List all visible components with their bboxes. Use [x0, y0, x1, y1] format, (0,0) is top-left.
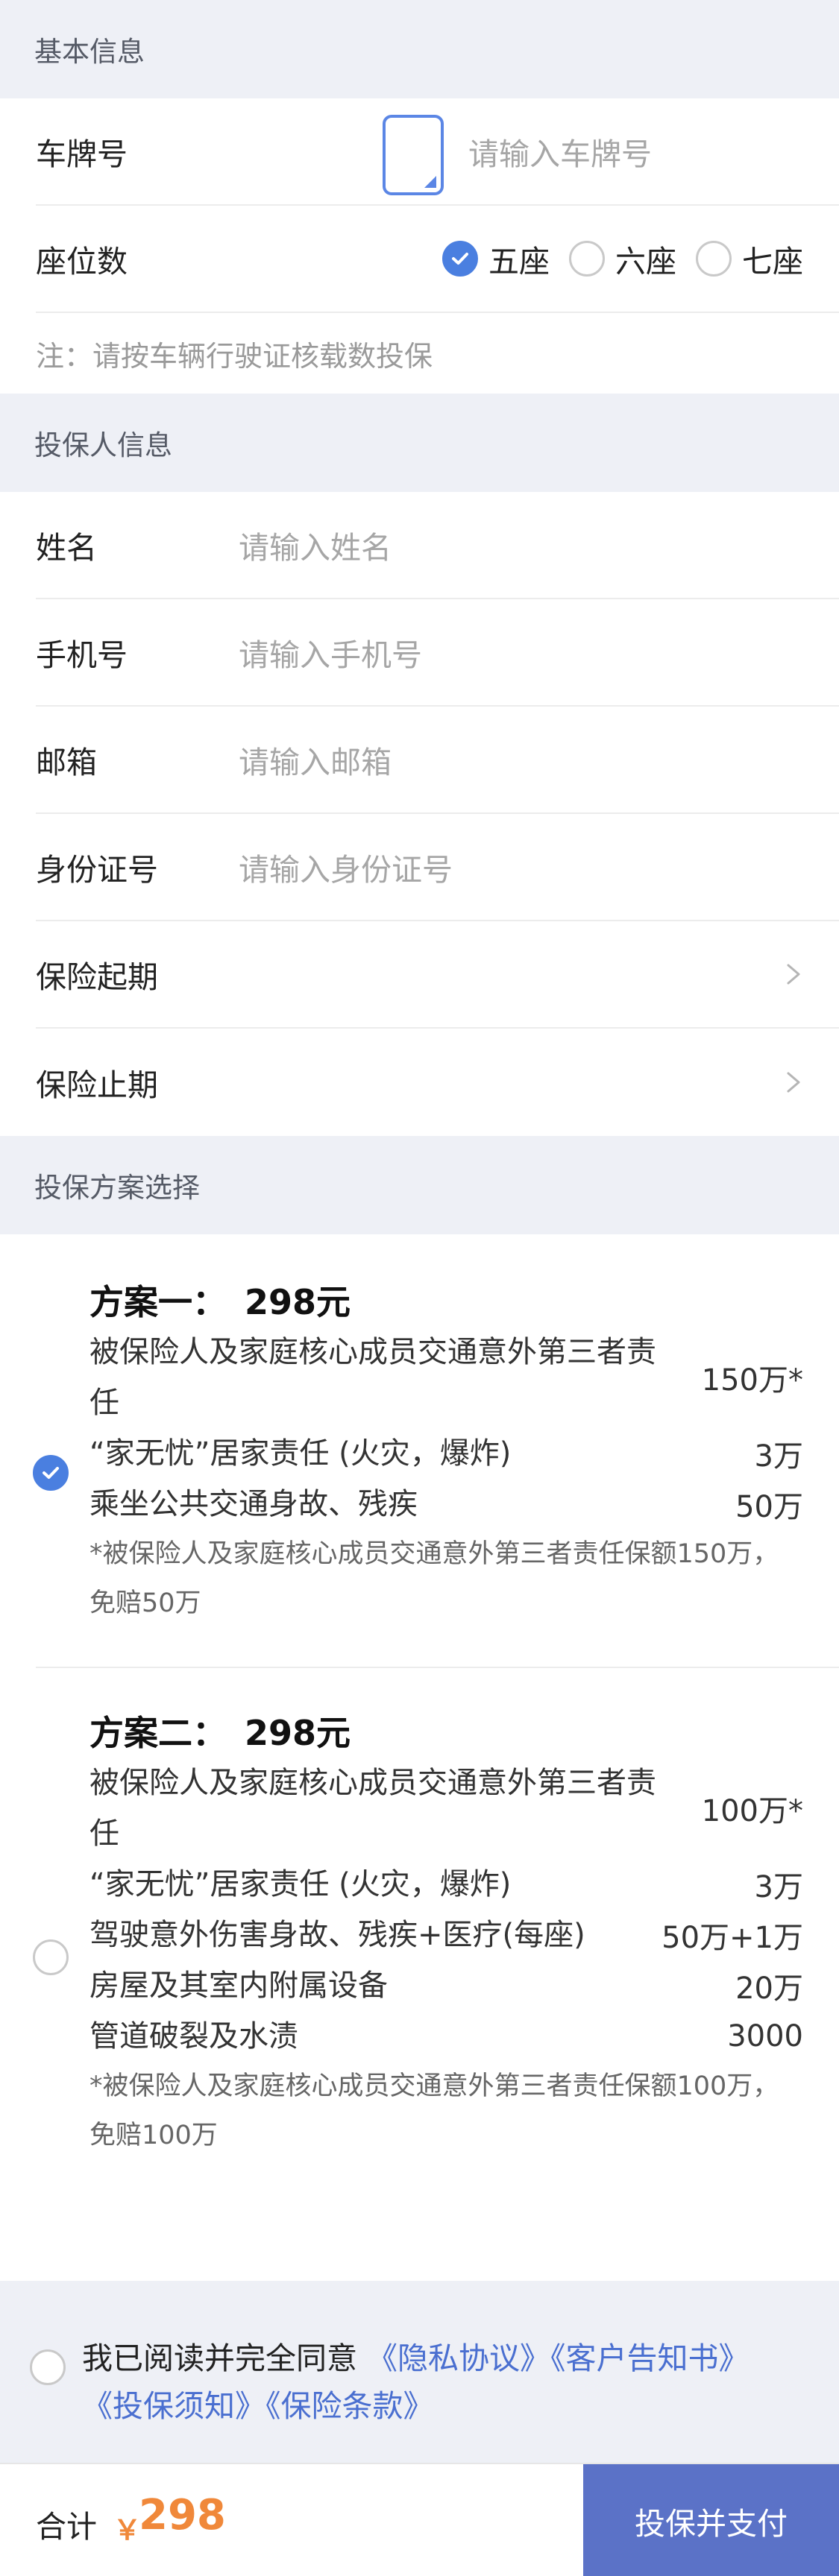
coverage-item: 乘坐公共交通身故、残疾 50万 — [89, 1479, 803, 1530]
plan-name: 方案二： — [89, 1713, 227, 1753]
plan-title: 方案一： 298元 — [89, 1273, 803, 1327]
section-title-basic-info: 基本信息 — [34, 36, 145, 68]
plan-card-one[interactable]: 方案一： 298元 被保险人及家庭核心成员交通意外第三者责任 150万* “家无… — [33, 1234, 839, 1667]
plan-list: 方案一： 298元 被保险人及家庭核心成员交通意外第三者责任 150万* “家无… — [0, 1234, 839, 2190]
name-row: 姓名 请输入姓名 — [36, 492, 839, 599]
coverage-item: 驾驶意外伤害身故、残疾+医疗(每座) 50万+1万 — [89, 1910, 803, 1960]
phone-input[interactable]: 请输入手机号 — [239, 630, 422, 675]
coverage-amount: 100万* — [701, 1794, 803, 1828]
section-basic-info: 基本信息 — [0, 0, 839, 98]
coverage-item: 被保险人及家庭核心成员交通意外第三者责任 150万* — [89, 1327, 803, 1428]
coverage-name: 被保险人及家庭核心成员交通意外第三者责任 — [89, 1335, 656, 1420]
corner-triangle-icon — [424, 176, 436, 188]
seat-option-seven[interactable]: 七座 — [696, 236, 803, 281]
customer-notice-link[interactable]: 《客户告知书》 — [550, 2340, 750, 2376]
plate-province-selector[interactable] — [383, 115, 444, 195]
plan-footnote: *被保险人及家庭核心成员交通意外第三者责任保额150万，免赔50万 — [89, 1539, 779, 1618]
coverage-item: “家无忧”居家责任 (火灾，爆炸) 3万 — [89, 1859, 803, 1910]
plan-footnote: *被保险人及家庭核心成员交通意外第三者责任保额100万，免赔100万 — [89, 2071, 779, 2150]
coverage-amount: 3万 — [754, 1439, 803, 1474]
total-label: 合计 — [36, 2509, 97, 2545]
coverage-name: “家无忧”居家责任 (火灾，爆炸) — [89, 1867, 512, 1901]
plan-name: 方案一： — [89, 1282, 227, 1322]
coverage-amount: 50万 — [735, 1490, 803, 1524]
seat-note-text: 注：请按车辆行驶证核载数投保 — [36, 339, 433, 373]
id-number-input[interactable]: 请输入身份证号 — [239, 845, 453, 889]
email-label: 邮箱 — [36, 745, 97, 780]
name-label: 姓名 — [36, 530, 97, 566]
end-date-row[interactable]: 保险止期 — [36, 1029, 839, 1136]
checkout-footer: 合计 ￥ 298 投保并支付 — [0, 2463, 839, 2576]
privacy-agreement-link[interactable]: 《隐私协议》 — [367, 2340, 550, 2376]
coverage-amount: 20万 — [735, 1972, 803, 2006]
plate-number-label: 车牌号 — [36, 136, 128, 172]
seat-option-label: 六座 — [615, 244, 676, 280]
start-date-row[interactable]: 保险起期 — [36, 921, 839, 1029]
coverage-name: 乘坐公共交通身故、残疾 — [89, 1487, 418, 1521]
seat-radio-group: 五座 六座 七座 — [423, 206, 803, 312]
phone-label: 手机号 — [36, 637, 128, 673]
section-plan-selection: 投保方案选择 — [0, 1136, 839, 1234]
coverage-amount: 3000 — [727, 2019, 803, 2053]
plan-card-two[interactable]: 方案二： 298元 被保险人及家庭核心成员交通意外第三者责任 100万* “家无… — [33, 1668, 839, 2190]
seat-option-label: 五座 — [488, 244, 550, 280]
end-date-label: 保险止期 — [36, 1067, 158, 1103]
total-amount: 298 — [139, 2491, 226, 2539]
coverage-amount: 150万* — [701, 1363, 803, 1398]
section-applicant-info: 投保人信息 — [0, 394, 839, 492]
agreement-section: 我已阅读并完全同意 《隐私协议》《客户告知书》 《投保须知》《保险条款》 — [0, 2281, 839, 2463]
radio-empty-icon[interactable] — [30, 2349, 66, 2385]
coverage-item: “家无忧”居家责任 (火灾，爆炸) 3万 — [89, 1428, 803, 1479]
plan-price: 298元 — [245, 1713, 351, 1753]
agreement-prefix: 我已阅读并完全同意 — [82, 2340, 357, 2376]
email-input[interactable]: 请输入邮箱 — [239, 737, 392, 782]
insurance-instructions-link[interactable]: 《投保须知》 — [82, 2388, 265, 2424]
plate-number-row: 车牌号 请输入车牌号 — [36, 98, 839, 206]
section-title-plans: 投保方案选择 — [34, 1172, 200, 1204]
radio-empty-icon[interactable] — [569, 241, 605, 277]
checkmark-icon[interactable] — [442, 241, 478, 277]
coverage-name: “家无忧”居家责任 (火灾，爆炸) — [89, 1436, 512, 1471]
phone-row: 手机号 请输入手机号 — [36, 599, 839, 707]
seat-option-five[interactable]: 五座 — [442, 236, 550, 281]
coverage-name: 被保险人及家庭核心成员交通意外第三者责任 — [89, 1766, 656, 1851]
insurance-terms-link[interactable]: 《保险条款》 — [265, 2388, 434, 2424]
start-date-label: 保险起期 — [36, 959, 158, 995]
coverage-item: 房屋及其室内附属设备 20万 — [89, 1960, 803, 2011]
radio-empty-icon[interactable] — [696, 241, 732, 277]
coverage-amount: 3万 — [754, 1870, 803, 1904]
currency-symbol: ￥ — [113, 2514, 141, 2546]
coverage-item: 管道破裂及水渍 3000 — [89, 2011, 803, 2062]
radio-empty-icon[interactable] — [33, 1939, 69, 1975]
seat-count-label: 座位数 — [36, 244, 128, 280]
chevron-right-icon[interactable] — [782, 1072, 803, 1093]
agreement-text: 我已阅读并完全同意 《隐私协议》《客户告知书》 《投保须知》《保险条款》 — [82, 2334, 798, 2430]
seat-count-row: 座位数 五座 六座 七座 — [36, 206, 839, 313]
coverage-amount: 50万+1万 — [662, 1921, 803, 1955]
name-input[interactable]: 请输入姓名 — [239, 523, 392, 567]
email-row: 邮箱 请输入邮箱 — [36, 707, 839, 814]
id-number-label: 身份证号 — [36, 852, 158, 888]
section-title-applicant: 投保人信息 — [34, 429, 172, 461]
coverage-name: 房屋及其室内附属设备 — [89, 1969, 388, 2003]
checkmark-icon[interactable] — [33, 1455, 69, 1491]
seat-option-six[interactable]: 六座 — [569, 236, 676, 281]
plate-number-input[interactable]: 请输入车牌号 — [468, 129, 652, 174]
pay-button[interactable]: 投保并支付 — [583, 2464, 839, 2576]
chevron-right-icon[interactable] — [782, 964, 803, 985]
seat-note: 注：请按车辆行驶证核载数投保 — [36, 313, 839, 394]
coverage-item: 被保险人及家庭核心成员交通意外第三者责任 100万* — [89, 1758, 803, 1859]
coverage-name: 驾驶意外伤害身故、残疾+医疗(每座) — [89, 1918, 585, 1952]
id-number-row: 身份证号 请输入身份证号 — [36, 814, 839, 921]
plan-price: 298元 — [245, 1282, 351, 1322]
seat-option-label: 七座 — [742, 244, 803, 280]
coverage-name: 管道破裂及水渍 — [89, 2019, 298, 2053]
plan-title: 方案二： 298元 — [89, 1704, 803, 1758]
